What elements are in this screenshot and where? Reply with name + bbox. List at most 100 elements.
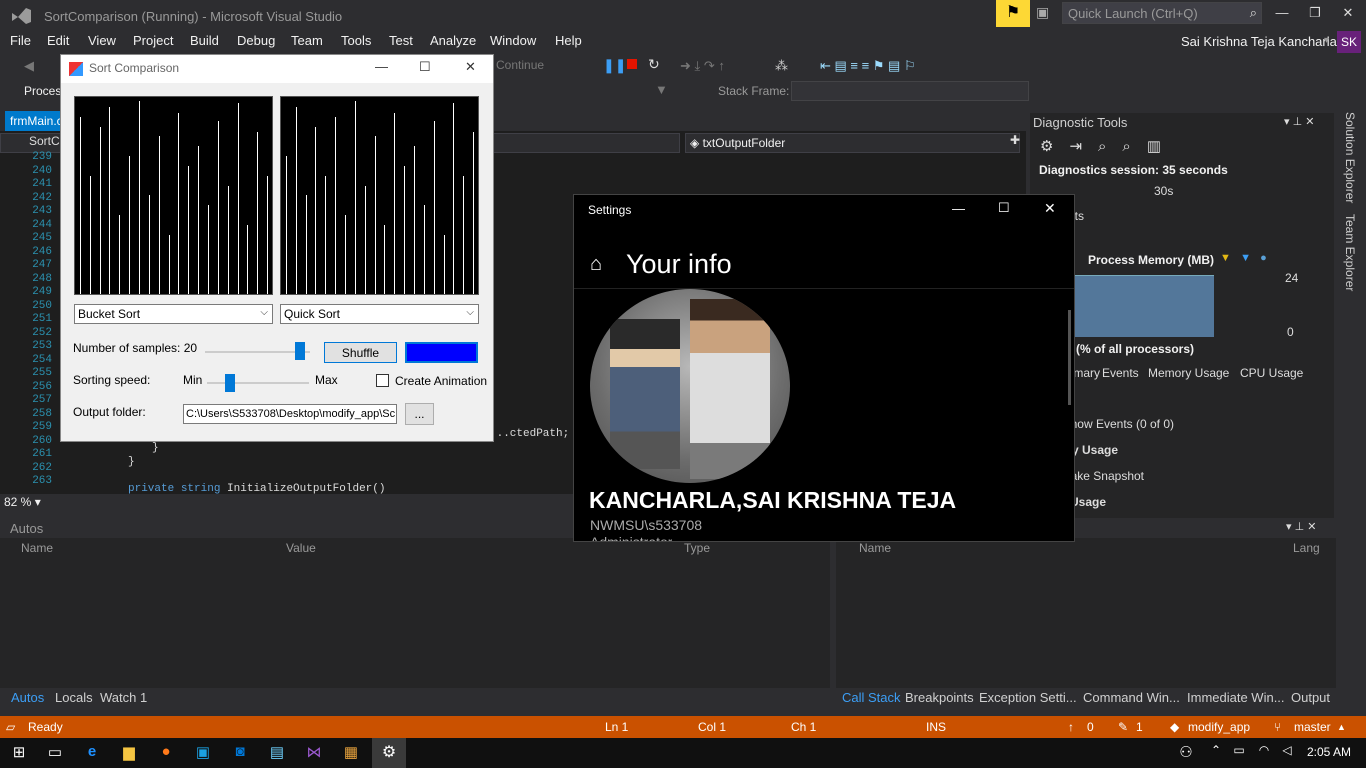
maximize-icon[interactable]: ☐ (998, 200, 1010, 216)
tab-memory-usage[interactable]: Memory Usage (1148, 366, 1229, 380)
continue-button[interactable]: Continue (496, 58, 544, 72)
stack-frame-dropdown[interactable] (791, 81, 1029, 101)
visual-studio-taskbar-icon[interactable]: ⋈ (303, 743, 325, 763)
menu-test[interactable]: Test (389, 33, 413, 48)
stop-icon[interactable] (627, 59, 637, 69)
tab-autos[interactable]: Autos (11, 690, 44, 705)
menu-window[interactable]: Window (490, 33, 536, 48)
notepad-icon[interactable]: ▤ (266, 743, 288, 763)
battery-icon[interactable]: ▭ (1228, 743, 1250, 763)
restart-icon[interactable]: ↻ (648, 56, 660, 73)
right-algorithm-select[interactable]: Quick Sort ⌵ (280, 304, 479, 324)
menu-project[interactable]: Project (133, 33, 173, 48)
close-icon[interactable]: ✕ (465, 59, 476, 75)
diagnostic-toolbar-icons[interactable]: ⚙⇥⌕⌕▥ (1040, 137, 1177, 155)
sort-app-taskbar-icon[interactable]: ▦ (340, 743, 362, 763)
outlook-icon[interactable]: ◙ (229, 743, 251, 763)
people-icon[interactable]: ⚇ (1175, 743, 1197, 763)
column-name[interactable]: Name (859, 541, 891, 555)
clock[interactable]: 2:05 AM (1307, 745, 1351, 759)
pause-icon[interactable]: ❚❚ (603, 57, 626, 74)
shuffle-button[interactable]: Shuffle (324, 342, 397, 363)
task-view-icon[interactable]: ▭ (44, 743, 66, 763)
store-icon[interactable]: ▣ (192, 743, 214, 763)
firefox-icon[interactable]: ● (155, 743, 177, 763)
wifi-icon[interactable]: ◠ (1253, 743, 1275, 763)
minimize-icon[interactable]: — (375, 59, 388, 74)
minimize-icon[interactable]: — (1270, 5, 1294, 25)
avatar[interactable]: SK (1337, 31, 1361, 53)
tab-locals[interactable]: Locals (55, 690, 93, 705)
browse-button[interactable]: ... (405, 403, 434, 425)
scrollbar[interactable] (1068, 310, 1071, 405)
menu-debug[interactable]: Debug (237, 33, 275, 48)
close-icon[interactable]: ✕ (1044, 200, 1056, 217)
menu-analyze[interactable]: Analyze (430, 33, 476, 48)
row-take-snapshot[interactable]: Take Snapshot (1074, 469, 1144, 483)
menu-edit[interactable]: Edit (47, 33, 69, 48)
menu-team[interactable]: Team (291, 33, 323, 48)
back-icon[interactable]: ◀ (24, 58, 34, 74)
zoom-level[interactable]: 82 % ▾ (4, 495, 64, 511)
show-next-statement-icon[interactable]: ➜ ⤓ ↷ ↑ (680, 58, 725, 74)
repo-icon[interactable]: ◆ (1170, 720, 1179, 734)
menu-tools[interactable]: Tools (341, 33, 371, 48)
file-explorer-icon[interactable]: ▆ (118, 743, 140, 763)
tab-team-explorer[interactable]: Team Explorer (1343, 214, 1357, 291)
chevron-down-icon[interactable]: ▾ (1324, 35, 1329, 46)
branch-icon[interactable]: ⑂ (1274, 720, 1281, 734)
tab-command-window[interactable]: Command Win... (1083, 690, 1180, 705)
tab-summary[interactable]: Summary (1074, 366, 1100, 380)
speed-slider[interactable] (207, 382, 309, 384)
hex-icon[interactable]: ⁂ (775, 58, 788, 74)
panel-pin-icon[interactable]: ▾ ⊥ ✕ (1284, 115, 1314, 128)
tab-events[interactable]: Events (1102, 366, 1139, 380)
restore-icon[interactable]: ❐ (1303, 5, 1327, 25)
volume-icon[interactable]: ◁ (1276, 743, 1298, 763)
create-animation-checkbox[interactable] (376, 374, 389, 387)
settings-taskbar-icon[interactable]: ⚙ (372, 738, 406, 768)
push-count[interactable]: 0 (1087, 720, 1094, 734)
output-folder-input[interactable]: C:\Users\S533708\Desktop\modify_app\Sc (183, 404, 397, 424)
filter-icon[interactable]: ▼ (655, 82, 668, 97)
maximize-icon[interactable]: ☐ (419, 59, 431, 75)
column-value[interactable]: Value (286, 541, 316, 555)
minimize-icon[interactable]: — (952, 201, 965, 216)
row-show-events[interactable]: Show Events (0 of 0) (1074, 417, 1174, 431)
column-name[interactable]: Name (21, 541, 53, 555)
column-type[interactable]: Type (684, 541, 710, 555)
column-lang[interactable]: Lang (1293, 541, 1320, 555)
tab-immediate-window[interactable]: Immediate Win... (1187, 690, 1285, 705)
samples-slider-thumb[interactable] (294, 342, 305, 360)
changes-count[interactable]: 1 (1136, 720, 1143, 734)
member-navigation-dropdown[interactable]: ◈ txtOutputFolder (685, 133, 1020, 153)
feedback-flag-icon[interactable]: ⚑ (996, 0, 1030, 27)
chevron-up-icon[interactable]: ▲ (1337, 722, 1346, 732)
sort-button[interactable]: Sort (405, 342, 478, 363)
tab-cpu-usage[interactable]: CPU Usage (1240, 366, 1303, 380)
tab-frmmain[interactable]: frmMain.cs (5, 111, 69, 131)
home-icon[interactable]: ⌂ (590, 253, 602, 276)
tab-breakpoints[interactable]: Breakpoints (905, 690, 974, 705)
notifications-icon[interactable]: ▣ (1036, 4, 1056, 24)
pencil-icon[interactable]: ✎ (1118, 720, 1128, 734)
left-algorithm-select[interactable]: Bucket Sort ⌵ (74, 304, 273, 324)
user-name[interactable]: Sai Krishna Teja Kancharla (1181, 34, 1337, 49)
menu-help[interactable]: Help (555, 33, 582, 48)
panel-pin-icon[interactable]: ▾ ⊥ ✕ (1286, 520, 1316, 533)
tab-call-stack[interactable]: Call Stack (842, 690, 901, 705)
tab-exception-settings[interactable]: Exception Setti... (979, 690, 1077, 705)
branch-name[interactable]: master (1294, 720, 1331, 734)
push-icon[interactable]: ↑ (1068, 720, 1074, 734)
threads-icon[interactable]: ⇤ ▤ ≡ ≡ ⚑ ▤ ⚐ (820, 58, 916, 74)
split-icon[interactable]: ✚ (1010, 133, 1020, 147)
menu-view[interactable]: View (88, 33, 116, 48)
tab-solution-explorer[interactable]: Solution Explorer (1343, 112, 1357, 203)
menu-build[interactable]: Build (190, 33, 219, 48)
close-icon[interactable]: ✕ (1336, 5, 1360, 25)
tab-watch1[interactable]: Watch 1 (100, 690, 147, 705)
chevron-up-icon[interactable]: ⌃ (1205, 743, 1227, 763)
repo-name[interactable]: modify_app (1188, 720, 1250, 734)
windows-start-icon[interactable]: ⊞ (8, 743, 30, 763)
speed-slider-thumb[interactable] (225, 374, 236, 392)
